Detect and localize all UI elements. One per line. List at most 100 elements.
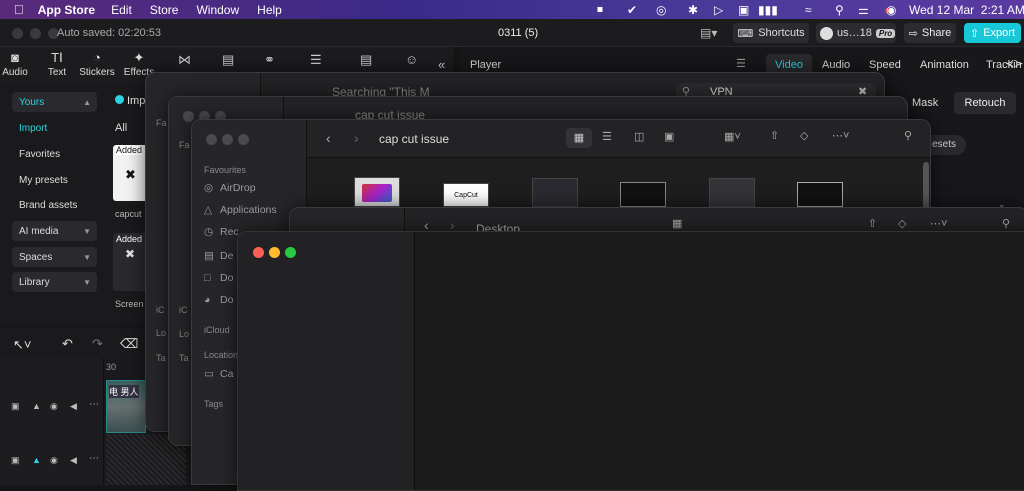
close-button[interactable]	[206, 134, 217, 145]
file-thumbnail[interactable]	[532, 178, 578, 207]
file-thumbnail[interactable]	[797, 182, 843, 207]
zoom-button[interactable]	[238, 134, 249, 145]
filters-icon[interactable]: ⚭	[264, 52, 275, 68]
sidebar-import[interactable]: Import	[12, 118, 97, 138]
track-visibility-icon[interactable]: ◉	[50, 401, 58, 412]
collapse-toolbar-icon[interactable]: «	[438, 57, 445, 72]
track-mute-icon[interactable]: ◀	[70, 401, 77, 412]
user-button[interactable]: us…18 Pro	[816, 23, 896, 43]
empty-window[interactable]	[237, 231, 1024, 491]
share-icon[interactable]: ⇧	[868, 217, 877, 230]
back-chevron-icon[interactable]: ‹	[326, 130, 331, 146]
subtab-mask[interactable]: Mask	[912, 97, 938, 109]
minimize-button[interactable]	[269, 247, 280, 258]
more-actions-icon[interactable]: ⋯˅	[930, 217, 947, 230]
layout-icon[interactable]: ▤▾	[700, 26, 717, 40]
file-thumbnail[interactable]	[620, 182, 666, 207]
undo-icon[interactable]: ↶	[62, 336, 73, 352]
video-clip[interactable]: 电 男人	[106, 380, 146, 433]
sidebar-item-applications[interactable]: △ Applications	[204, 204, 277, 216]
minimize-button[interactable]	[222, 134, 233, 145]
import-tab[interactable]: Imp	[115, 95, 145, 107]
apple-icon[interactable]: 	[14, 2, 24, 17]
control-center-icon[interactable]: ⚌	[858, 0, 869, 19]
tool-text[interactable]: TⅠ Text	[37, 51, 77, 79]
sidebar-item-desktop[interactable]: ▤ De	[204, 250, 233, 262]
record-stop-icon[interactable]: ⏹	[597, 0, 603, 19]
forward-chevron-icon[interactable]: ›	[354, 130, 359, 146]
tool-stickers[interactable]: ◔ Stickers	[77, 51, 117, 79]
track-cover-icon[interactable]: ▣	[11, 401, 20, 412]
menu-store[interactable]: Store	[150, 3, 179, 17]
sidebar-spaces[interactable]: Spaces ▼	[12, 247, 97, 267]
track-lock-icon[interactable]: ▲	[32, 455, 41, 465]
tab-animation[interactable]: Animation	[920, 59, 969, 71]
select-tool-icon[interactable]: ↖˅	[13, 337, 31, 353]
menu-app-store[interactable]: App Store	[38, 3, 95, 17]
menu-edit[interactable]: Edit	[111, 3, 132, 17]
ai-avatar-icon[interactable]: ☺	[405, 52, 418, 67]
share-button[interactable]: ⇨ Share	[904, 23, 956, 43]
menubar-datetime[interactable]: Wed 12 Mar 2:21 AM	[909, 0, 1024, 19]
scrollbar[interactable]	[923, 162, 929, 212]
export-button[interactable]: ⇧ Export	[964, 23, 1021, 43]
filter-all[interactable]: All	[115, 122, 127, 134]
menu-window[interactable]: Window	[196, 3, 239, 17]
search-icon[interactable]: ⚲	[835, 0, 844, 19]
wifi-icon[interactable]: ≈	[805, 0, 812, 19]
speed-icon[interactable]: ◎	[656, 0, 666, 19]
view-icon-button[interactable]: ▦	[672, 217, 682, 230]
play-circle-icon[interactable]: ▷	[714, 0, 723, 19]
track-more-icon[interactable]: ⋯	[89, 399, 99, 410]
more-actions-icon[interactable]: ⋯˅	[832, 129, 849, 142]
vpn-shield-icon[interactable]: ✔	[627, 0, 637, 19]
track-cover-icon[interactable]: ▣	[11, 455, 20, 466]
track-lock-icon[interactable]: ▲	[32, 401, 41, 411]
tab-speed[interactable]: Speed	[869, 59, 901, 71]
transitions-icon[interactable]: ⋈	[178, 52, 191, 68]
templates-icon[interactable]: ▤	[360, 52, 372, 68]
tag-icon[interactable]: ◇	[898, 217, 906, 230]
group-icon[interactable]: ▦˅	[724, 130, 741, 143]
track-visibility-icon[interactable]: ◉	[50, 455, 58, 466]
track-mute-icon[interactable]: ◀	[70, 455, 77, 466]
sidebar-brand-assets[interactable]: Brand assets	[12, 195, 97, 215]
sidebar-item-recents[interactable]: ◷ Rec	[204, 226, 239, 238]
track-more-icon[interactable]: ⋯	[89, 453, 99, 464]
sidebar-item-documents[interactable]: □ Do	[204, 272, 233, 284]
close-button[interactable]	[253, 247, 264, 258]
sidebar-favorites[interactable]: Favorites	[12, 144, 97, 164]
search-icon[interactable]: ⚲	[1002, 217, 1010, 230]
player-menu-icon[interactable]: ☰	[736, 57, 746, 70]
battery-icon[interactable]: ▮▮▮	[758, 0, 778, 19]
sidebar-item-location[interactable]: ▭ Ca	[204, 368, 233, 380]
shortcuts-button[interactable]: ⌨ Shortcuts	[733, 23, 809, 43]
adjustment-icon[interactable]: ☰	[310, 52, 322, 68]
close-button[interactable]	[12, 28, 23, 39]
tool-audio[interactable]: ◙ Audio	[0, 51, 35, 79]
sidebar-yours[interactable]: Yours ▲	[12, 92, 97, 112]
project-title[interactable]: 0311 (5)	[498, 27, 538, 39]
view-icon-button[interactable]: ▦	[566, 128, 592, 148]
captions-icon[interactable]: ▤	[222, 52, 234, 68]
split-icon[interactable]: ⌫	[120, 336, 138, 352]
subtab-retouch[interactable]: Retouch	[954, 92, 1016, 114]
list-view-icon[interactable]: ☰	[602, 130, 612, 143]
menu-help[interactable]: Help	[257, 3, 282, 17]
file-thumbnail[interactable]	[709, 178, 755, 207]
share-icon[interactable]: ⇧	[770, 129, 779, 142]
zoom-button[interactable]	[285, 247, 296, 258]
sidebar-ai-media[interactable]: AI media ▼	[12, 221, 97, 241]
sidebar-library[interactable]: Library ▼	[12, 272, 97, 292]
tab-audio[interactable]: Audio	[822, 59, 850, 71]
sidebar-item-downloads[interactable]: ◕ Do	[204, 294, 233, 306]
sidebar-my-presets[interactable]: My presets	[12, 170, 97, 190]
tag-icon[interactable]: ◇	[800, 129, 808, 142]
sidebar-item-airdrop[interactable]: ◎ AirDrop	[204, 182, 256, 194]
redo-icon[interactable]: ↷	[92, 336, 103, 352]
file-thumbnail[interactable]: CapCut	[443, 183, 489, 207]
lock-icon[interactable]: ▣	[738, 0, 749, 19]
search-icon[interactable]: ⚲	[904, 129, 912, 142]
bluetooth-icon[interactable]: ✱	[688, 0, 698, 19]
minimize-button[interactable]	[30, 28, 41, 39]
